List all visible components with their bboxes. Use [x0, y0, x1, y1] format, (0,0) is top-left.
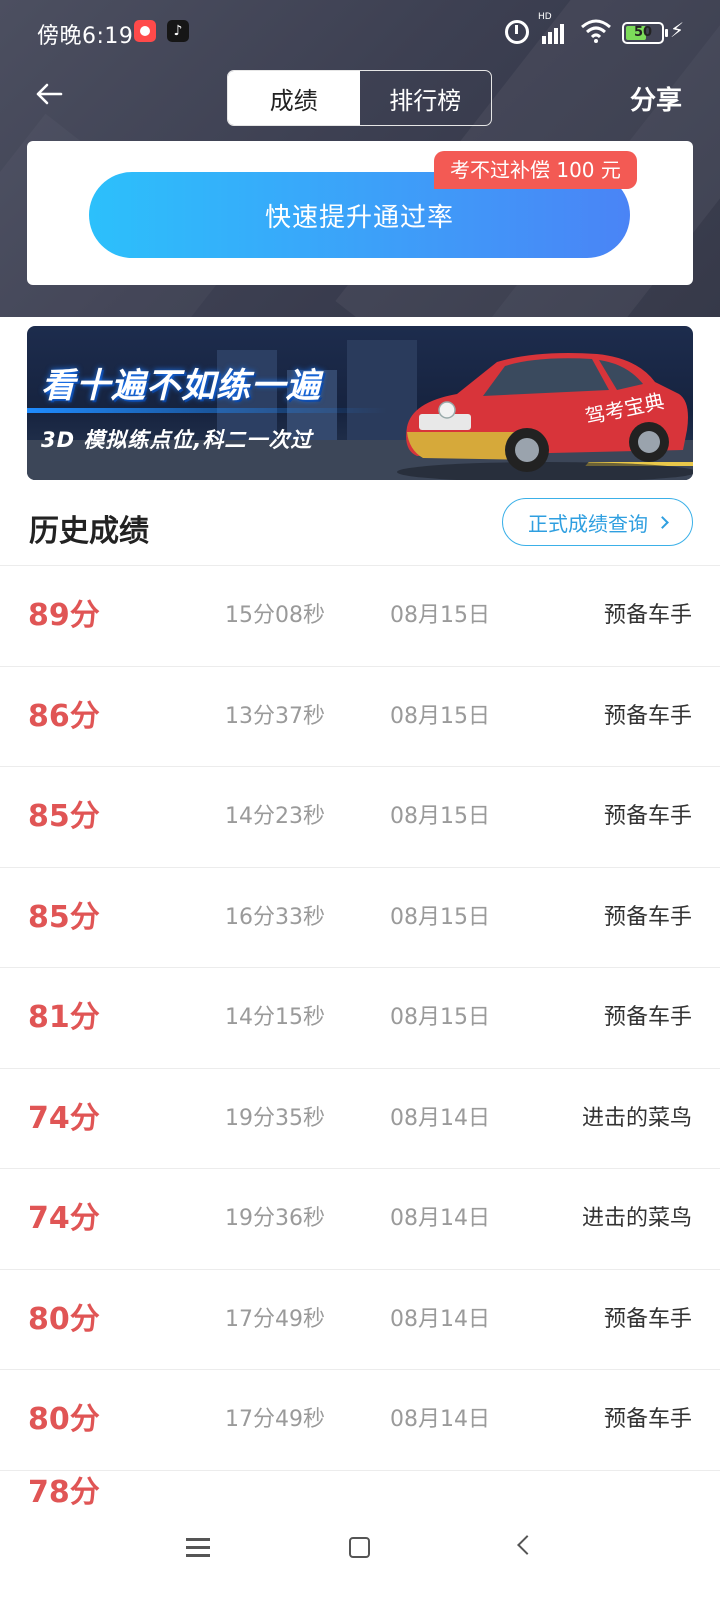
row-duration: 14分15秒 — [225, 1005, 325, 1030]
row-score: 85分 — [28, 799, 100, 834]
home-icon[interactable] — [349, 1537, 370, 1558]
status-time: 傍晚6:19 — [37, 24, 134, 49]
row-score: 85分 — [28, 899, 100, 935]
menu-icon[interactable] — [186, 1538, 210, 1558]
history-row[interactable]: 80分 17分49秒 08月14日 预备车手 — [0, 1370, 720, 1471]
back-arrow-icon[interactable] — [30, 74, 70, 114]
official-score-query-button[interactable]: 正式成绩查询 — [502, 498, 693, 546]
row-score: 81分 — [28, 1000, 100, 1035]
row-duration: 17分49秒 — [225, 1407, 325, 1432]
tiktok-icon: ♪ — [167, 20, 189, 42]
charging-icon: ⚡ — [670, 18, 685, 42]
row-date: 08月15日 — [390, 904, 490, 930]
row-date: 08月15日 — [390, 703, 490, 729]
compensation-badge: 考不过补偿 100 元 — [434, 151, 637, 189]
row-score: 74分 — [28, 1201, 100, 1236]
tab-switcher: 成绩 排行榜 — [227, 70, 492, 126]
row-title: 预备车手 — [603, 1407, 692, 1432]
row-title: 预备车手 — [603, 804, 692, 829]
row-title: 进击的菜鸟 — [581, 1206, 692, 1231]
row-title: 预备车手 — [603, 1306, 692, 1332]
alarm-icon — [505, 20, 529, 44]
wifi-icon — [581, 19, 611, 43]
battery-icon: 50 — [622, 22, 668, 44]
system-back-icon[interactable] — [517, 1535, 537, 1555]
car-illustration: 驾考宝典 — [397, 353, 693, 480]
row-duration: 13分37秒 — [225, 703, 325, 729]
header: 傍晚6:19 ♪ HD 50 ⚡ 成绩 排行榜 分享 快速提升通过率 考不过补偿… — [0, 0, 720, 317]
row-date: 08月15日 — [390, 1005, 490, 1030]
row-duration: 14分23秒 — [225, 804, 325, 829]
history-row[interactable]: 85分 14分23秒 08月15日 预备车手 — [0, 767, 720, 868]
banner-subline: 3D 模拟练点位,科二一次过 — [41, 428, 313, 452]
row-score: 80分 — [28, 1402, 100, 1437]
row-date: 08月14日 — [390, 1105, 490, 1131]
row-duration: 16分33秒 — [225, 904, 325, 930]
row-score: 80分 — [28, 1301, 100, 1337]
row-duration: 17分49秒 — [225, 1306, 325, 1332]
row-duration: 19分36秒 — [225, 1206, 325, 1231]
row-score: 74分 — [28, 1100, 100, 1136]
row-score: 78分 — [28, 1476, 100, 1506]
ad-banner[interactable]: 看十遍不如练一遍 3D 模拟练点位,科二一次过 驾考宝典 — [27, 326, 693, 480]
banner-headline: 看十遍不如练一遍 — [41, 366, 321, 406]
promo-card: 快速提升通过率 考不过补偿 100 元 — [27, 141, 693, 285]
row-date: 08月14日 — [390, 1407, 490, 1432]
tab-leaderboard[interactable]: 排行榜 — [360, 71, 492, 125]
row-score: 86分 — [28, 698, 100, 734]
row-title: 预备车手 — [603, 904, 692, 930]
history-list: 89分 15分08秒 08月15日 预备车手 86分 13分37秒 08月15日… — [0, 566, 720, 1471]
history-row[interactable]: 81分 14分15秒 08月15日 预备车手 — [0, 968, 720, 1069]
history-row[interactable]: 89分 15分08秒 08月15日 预备车手 — [0, 566, 720, 667]
status-bar: 傍晚6:19 ♪ HD 50 ⚡ — [0, 0, 720, 64]
row-title: 预备车手 — [603, 703, 692, 729]
row-date: 08月14日 — [390, 1306, 490, 1332]
row-duration: 15分08秒 — [225, 603, 325, 628]
row-date: 08月14日 — [390, 1206, 490, 1231]
signal-icon: HD — [538, 12, 570, 44]
history-row[interactable]: 80分 17分49秒 08月14日 预备车手 — [0, 1270, 720, 1370]
official-score-query-label: 正式成绩查询 — [528, 511, 648, 536]
notification-app-icon — [134, 20, 156, 42]
history-row[interactable]: 74分 19分36秒 08月14日 进击的菜鸟 — [0, 1169, 720, 1270]
history-title: 历史成绩 — [29, 514, 149, 549]
history-row[interactable]: 85分 16分33秒 08月15日 预备车手 — [0, 868, 720, 968]
row-title: 进击的菜鸟 — [581, 1105, 692, 1131]
history-row-partial[interactable]: 78分 — [0, 1476, 720, 1506]
history-row[interactable]: 74分 19分35秒 08月14日 进击的菜鸟 — [0, 1069, 720, 1169]
system-nav-bar — [0, 1506, 720, 1600]
tab-scores[interactable]: 成绩 — [228, 71, 360, 125]
row-title: 预备车手 — [603, 603, 692, 628]
row-date: 08月15日 — [390, 603, 490, 628]
row-duration: 19分35秒 — [225, 1105, 325, 1131]
row-date: 08月15日 — [390, 804, 490, 829]
row-score: 89分 — [28, 598, 100, 633]
row-title: 预备车手 — [603, 1005, 692, 1030]
chevron-right-icon — [656, 515, 669, 529]
history-row[interactable]: 86分 13分37秒 08月15日 预备车手 — [0, 667, 720, 767]
share-button[interactable]: 分享 — [630, 80, 682, 117]
banner-underline — [27, 408, 387, 413]
battery-level: 50 — [633, 25, 653, 40]
top-nav: 成绩 排行榜 分享 — [0, 66, 720, 126]
